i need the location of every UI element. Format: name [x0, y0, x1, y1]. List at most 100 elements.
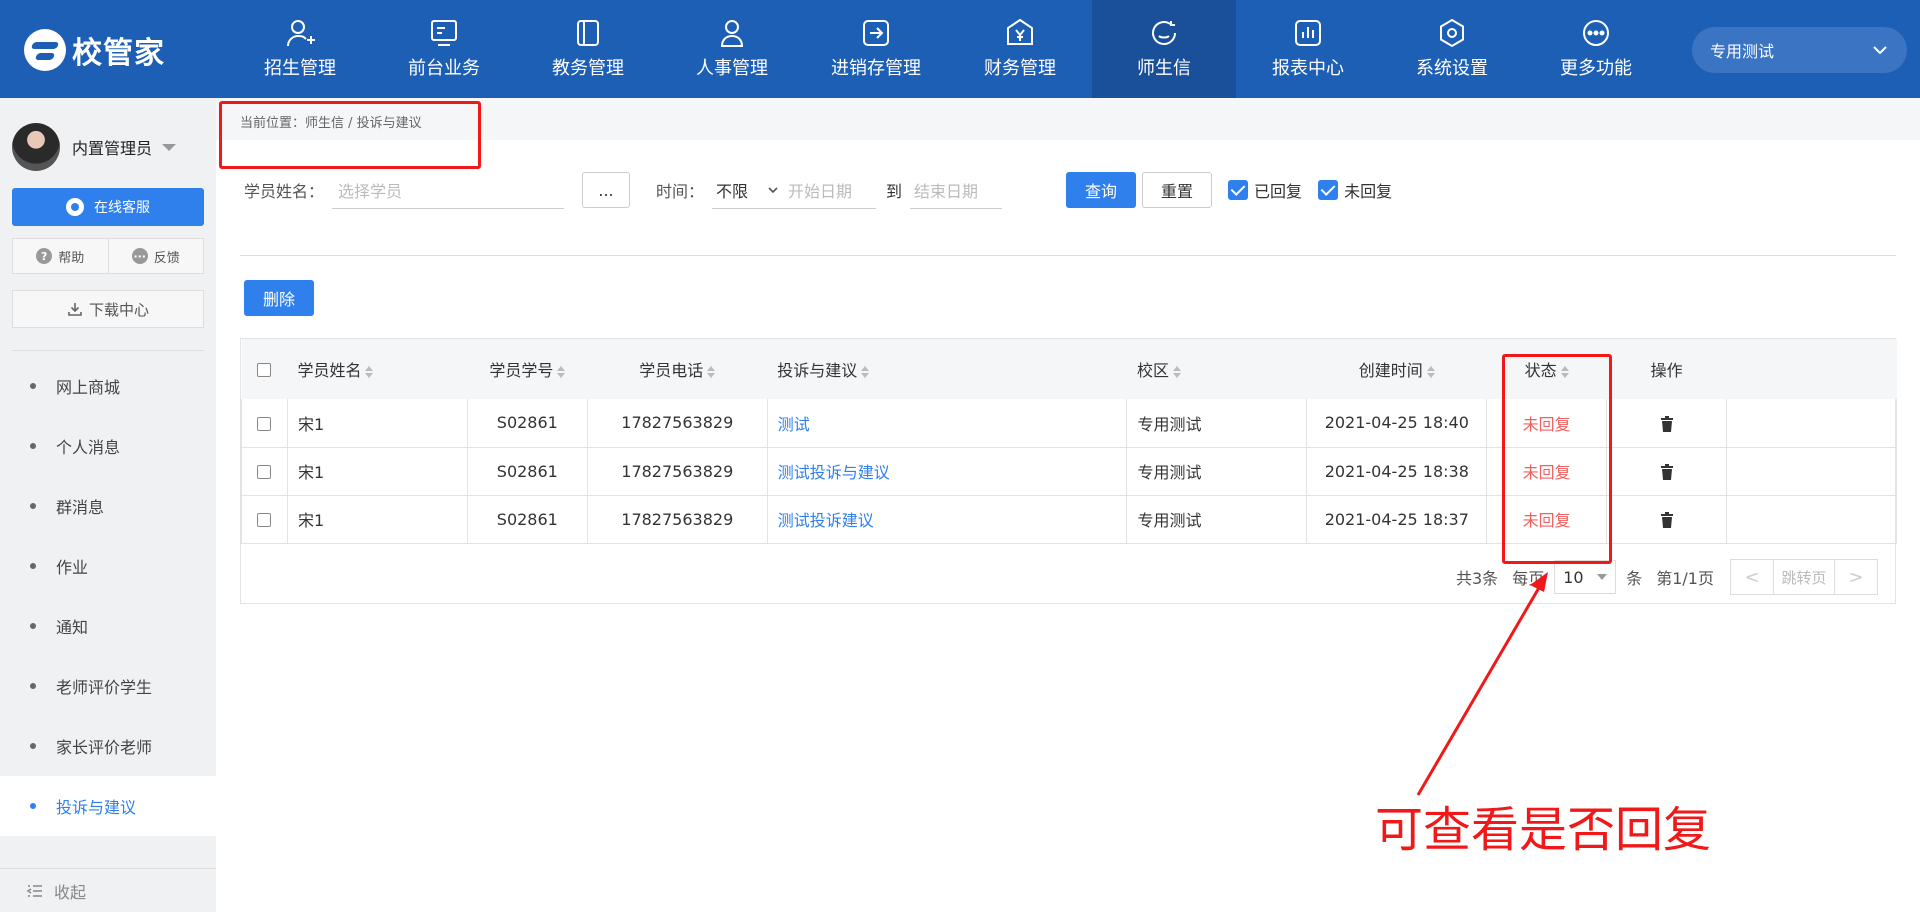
prev-page-button[interactable]: < [1731, 560, 1773, 594]
help-label: 帮助 [58, 250, 85, 266]
col-student-id[interactable]: 学员学号 [467, 339, 587, 399]
nav-front-desk[interactable]: 前台业务 [372, 0, 516, 98]
header-label: 操作 [1650, 361, 1683, 380]
sidebar-item-group-messages[interactable]: 群消息 [0, 476, 216, 536]
nav-reports[interactable]: 报表中心 [1236, 0, 1380, 98]
yen-shield-icon [1007, 18, 1033, 45]
pagination: 共3条 每页 10 条 第1/1页 < 跳转页 > [1456, 559, 1878, 595]
nav-finance[interactable]: 财务管理 [948, 0, 1092, 98]
filter-divider [240, 255, 1896, 256]
feedback-label: 反馈 [153, 250, 180, 266]
nav-label: 进销存管理 [831, 58, 921, 79]
caret-down-icon [1597, 574, 1608, 580]
sidebar-item-online-mall[interactable]: 网上商城 [0, 356, 216, 416]
school-select-value: 专用测试 [1710, 42, 1775, 61]
delete-row-button[interactable] [1606, 447, 1728, 496]
filter-bar: 学员姓名： 选择学员 ... 时间： 不限 开始日期 到 结束日期 查询 重置 … [244, 170, 1392, 210]
delete-row-button[interactable] [1606, 399, 1728, 448]
nav-academic[interactable]: 教务管理 [516, 0, 660, 98]
nav-inventory[interactable]: 进销存管理 [804, 0, 948, 98]
highlight-box-status [1502, 354, 1612, 564]
person-add-icon [287, 20, 315, 47]
cell-content-link[interactable]: 测试 [766, 399, 1128, 448]
nav-more[interactable]: 更多功能 [1524, 0, 1668, 98]
feedback-button[interactable]: ··· 反馈 [107, 239, 204, 273]
sidebar-item-complaints[interactable]: 投诉与建议 [0, 776, 216, 836]
sidebar-item-parent-evaluation[interactable]: 家长评价老师 [0, 716, 216, 776]
replied-checkbox[interactable]: 已回复 [1228, 178, 1302, 202]
bullet-icon [30, 683, 36, 689]
next-page-button[interactable]: > [1835, 560, 1877, 594]
time-label: 时间： [656, 182, 705, 201]
cell-student-id: S02861 [466, 399, 588, 448]
cell-phone: 17827563829 [586, 399, 768, 448]
sidebar-item-homework[interactable]: 作业 [0, 536, 216, 596]
school-select[interactable]: 专用测试 [1692, 27, 1907, 73]
sidebar-divider [12, 350, 204, 351]
nav-hr[interactable]: 人事管理 [660, 0, 804, 98]
nav-enrollment[interactable]: 招生管理 [228, 0, 372, 98]
collapse-sidebar-button[interactable]: 收起 [0, 868, 216, 912]
monitor-icon [431, 20, 457, 46]
sidebar-menu: 网上商城 个人消息 群消息 作业 通知 老师评价学生 家长评价老师 投诉与建议 [0, 356, 216, 836]
main-nav: 招生管理 前台业务 教务管理 人事管理 进销存管理 财务管理 师生信 报表中心 [228, 0, 1668, 98]
header-label: 学员电话 [639, 361, 704, 380]
unreplied-checkbox[interactable]: 未回复 [1318, 178, 1392, 202]
bullet-icon [30, 743, 36, 749]
sidebar-item-teacher-evaluation[interactable]: 老师评价学生 [0, 656, 216, 716]
download-center-button[interactable]: 下载中心 [12, 290, 204, 328]
sort-icon [861, 365, 870, 378]
header-label: 创建时间 [1358, 361, 1423, 380]
query-button[interactable]: 查询 [1066, 172, 1137, 208]
end-date-input[interactable]: 结束日期 [910, 171, 1003, 209]
checkbox-icon [257, 513, 272, 527]
sort-icon [1172, 365, 1181, 378]
sidebar-item-personal-messages[interactable]: 个人消息 [0, 416, 216, 476]
checkbox-checked-icon [1318, 180, 1339, 200]
page-size-select[interactable]: 10 [1554, 560, 1617, 594]
col-created-time[interactable]: 创建时间 [1307, 339, 1487, 399]
nav-label: 师生信 [1137, 58, 1191, 79]
nav-settings[interactable]: 系统设置 [1380, 0, 1524, 98]
sidebar-item-notices[interactable]: 通知 [0, 596, 216, 656]
trash-icon [1660, 464, 1673, 480]
user-profile[interactable]: 内置管理员 [12, 123, 177, 171]
student-placeholder: 选择学员 [338, 181, 403, 201]
start-date-input[interactable]: 开始日期 [784, 171, 877, 209]
cell-student-name: 宋1 [286, 447, 468, 496]
col-campus[interactable]: 校区 [1127, 339, 1307, 399]
time-range-select[interactable]: 不限 [712, 171, 785, 209]
book-icon [577, 20, 599, 46]
online-service-button[interactable]: 在线客服 [12, 188, 204, 226]
top-navbar: 校管家 招生管理 前台业务 教务管理 人事管理 进销存管理 财务管理 师生信 报… [0, 0, 1920, 98]
menu-label: 个人消息 [56, 438, 121, 457]
sort-icon [365, 365, 374, 378]
bullet-icon [30, 443, 36, 449]
select-all-checkbox[interactable] [242, 339, 288, 399]
jump-page-input[interactable]: 跳转页 [1772, 560, 1835, 594]
row-checkbox[interactable] [241, 447, 288, 496]
delete-button[interactable]: 删除 [244, 280, 314, 316]
logo-text: 校管家 [72, 36, 165, 71]
cell-content-link[interactable]: 测试投诉与建议 [766, 447, 1128, 496]
nav-label: 人事管理 [696, 58, 768, 79]
header-label: 学员学号 [489, 361, 554, 380]
menu-label: 家长评价老师 [56, 738, 153, 757]
bullet-icon [30, 383, 36, 389]
cell-content-link[interactable]: 测试投诉建议 [766, 495, 1128, 544]
help-button[interactable]: ? 帮助 [13, 239, 108, 273]
col-phone[interactable]: 学员电话 [587, 339, 767, 399]
delete-row-button[interactable] [1606, 495, 1728, 544]
row-checkbox[interactable] [241, 399, 288, 448]
col-content[interactable]: 投诉与建议 [767, 339, 1127, 399]
app-logo[interactable]: 校管家 [24, 29, 165, 71]
student-input[interactable]: 选择学员 [332, 171, 565, 209]
table-header: 学员姓名 学员学号 学员电话 投诉与建议 校区 创建时间 状态 操作 [241, 339, 1897, 399]
select-student-button[interactable]: ... [582, 172, 631, 208]
caret-down-icon [162, 143, 177, 151]
nav-teacher-student[interactable]: 师生信 [1092, 0, 1236, 98]
reset-button[interactable]: 重置 [1142, 172, 1213, 208]
col-student-name[interactable]: 学员姓名 [287, 339, 467, 399]
row-checkbox[interactable] [241, 495, 288, 544]
menu-label: 老师评价学生 [56, 678, 153, 697]
